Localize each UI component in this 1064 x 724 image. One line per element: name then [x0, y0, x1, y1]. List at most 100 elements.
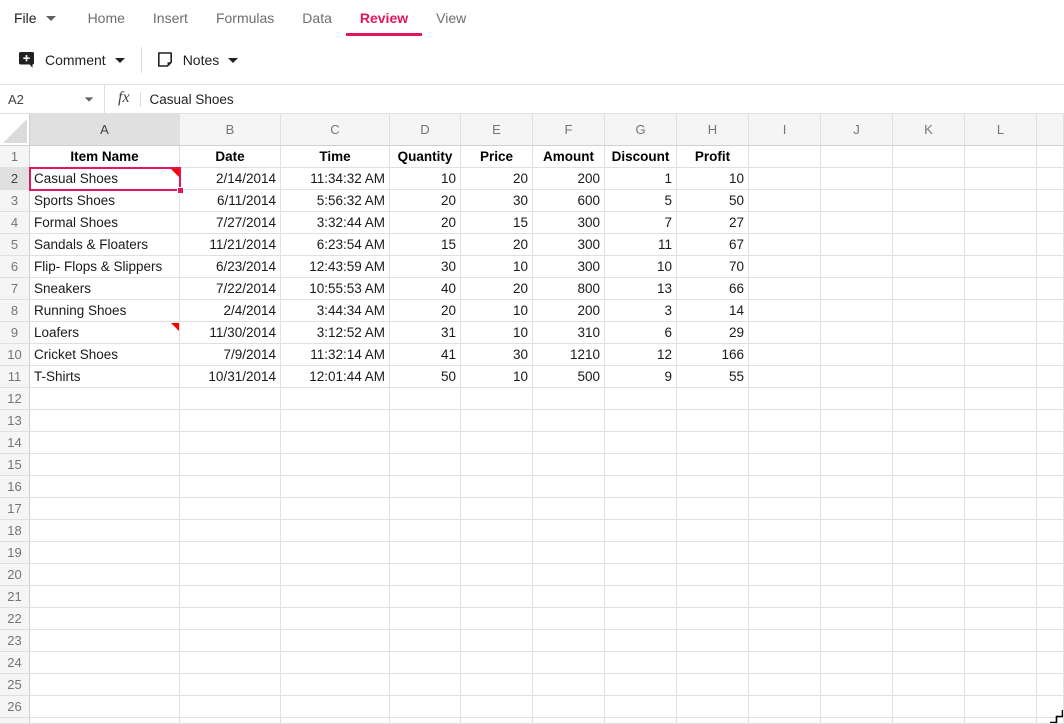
- cell-partial-12[interactable]: [1037, 388, 1064, 410]
- cell-L6[interactable]: [965, 256, 1037, 278]
- cell-J19[interactable]: [821, 542, 893, 564]
- cell-L13[interactable]: [965, 410, 1037, 432]
- cell-partial-15[interactable]: [1037, 454, 1064, 476]
- cell-I24[interactable]: [749, 652, 821, 674]
- cell-A24[interactable]: [30, 652, 180, 674]
- cell-K5[interactable]: [893, 234, 965, 256]
- cell-B9[interactable]: 11/30/2014: [180, 322, 281, 344]
- cell-L17[interactable]: [965, 498, 1037, 520]
- cell-H18[interactable]: [677, 520, 749, 542]
- cell-A14[interactable]: [30, 432, 180, 454]
- cell-A13[interactable]: [30, 410, 180, 432]
- cell-J11[interactable]: [821, 366, 893, 388]
- cell-K26[interactable]: [893, 696, 965, 718]
- cell-D19[interactable]: [390, 542, 461, 564]
- row-header-22[interactable]: 22: [0, 608, 30, 630]
- cell-E15[interactable]: [461, 454, 533, 476]
- cell-L8[interactable]: [965, 300, 1037, 322]
- cell-E20[interactable]: [461, 564, 533, 586]
- cell-E9[interactable]: 10: [461, 322, 533, 344]
- cell-H13[interactable]: [677, 410, 749, 432]
- name-box[interactable]: A2: [0, 85, 104, 113]
- cell-J24[interactable]: [821, 652, 893, 674]
- cell-H26[interactable]: [677, 696, 749, 718]
- cell-E12[interactable]: [461, 388, 533, 410]
- cell-D2[interactable]: 10: [390, 168, 461, 190]
- cell-C26[interactable]: [281, 696, 390, 718]
- row-header-20[interactable]: 20: [0, 564, 30, 586]
- cell-G23[interactable]: [605, 630, 677, 652]
- cell-G6[interactable]: 10: [605, 256, 677, 278]
- column-header-J[interactable]: J: [821, 114, 893, 146]
- cell-B6[interactable]: 6/23/2014: [180, 256, 281, 278]
- cell-partial-24[interactable]: [1037, 652, 1064, 674]
- tab-formulas[interactable]: Formulas: [202, 0, 288, 36]
- cell-H16[interactable]: [677, 476, 749, 498]
- cell-F2[interactable]: 200: [533, 168, 605, 190]
- cell-K14[interactable]: [893, 432, 965, 454]
- cell-G11[interactable]: 9: [605, 366, 677, 388]
- cell-F19[interactable]: [533, 542, 605, 564]
- cell-G4[interactable]: 7: [605, 212, 677, 234]
- cell-E11[interactable]: 10: [461, 366, 533, 388]
- cell-C2[interactable]: 11:34:32 AM: [281, 168, 390, 190]
- cell-F18[interactable]: [533, 520, 605, 542]
- cell-A5[interactable]: Sandals & Floaters: [30, 234, 180, 256]
- cell-F15[interactable]: [533, 454, 605, 476]
- cell-H23[interactable]: [677, 630, 749, 652]
- cell-F20[interactable]: [533, 564, 605, 586]
- cell-H24[interactable]: [677, 652, 749, 674]
- row-header-17[interactable]: 17: [0, 498, 30, 520]
- cell-B8[interactable]: 2/4/2014: [180, 300, 281, 322]
- cell-I4[interactable]: [749, 212, 821, 234]
- row-header-11[interactable]: 11: [0, 366, 30, 388]
- cell-C3[interactable]: 5:56:32 AM: [281, 190, 390, 212]
- cell-L1[interactable]: [965, 146, 1037, 168]
- cell-A22[interactable]: [30, 608, 180, 630]
- cell-I26[interactable]: [749, 696, 821, 718]
- cell-J12[interactable]: [821, 388, 893, 410]
- cell-H17[interactable]: [677, 498, 749, 520]
- cell-B17[interactable]: [180, 498, 281, 520]
- cell-partial-25[interactable]: [1037, 674, 1064, 696]
- cell-E3[interactable]: 30: [461, 190, 533, 212]
- cell-I2[interactable]: [749, 168, 821, 190]
- cell-I15[interactable]: [749, 454, 821, 476]
- cell-partial-22[interactable]: [1037, 608, 1064, 630]
- cell-F8[interactable]: 200: [533, 300, 605, 322]
- cell-A15[interactable]: [30, 454, 180, 476]
- cell-partial-11[interactable]: [1037, 366, 1064, 388]
- cell-A10[interactable]: Cricket Shoes: [30, 344, 180, 366]
- cell-partial-8[interactable]: [1037, 300, 1064, 322]
- cell-F23[interactable]: [533, 630, 605, 652]
- cell-I23[interactable]: [749, 630, 821, 652]
- cell-D3[interactable]: 20: [390, 190, 461, 212]
- cell-J9[interactable]: [821, 322, 893, 344]
- cell-C19[interactable]: [281, 542, 390, 564]
- cell-F16[interactable]: [533, 476, 605, 498]
- cell-B16[interactable]: [180, 476, 281, 498]
- cell-L24[interactable]: [965, 652, 1037, 674]
- cell-A17[interactable]: [30, 498, 180, 520]
- row-header-24[interactable]: 24: [0, 652, 30, 674]
- column-header-E[interactable]: E: [461, 114, 533, 146]
- cell-D12[interactable]: [390, 388, 461, 410]
- cell-partial-1[interactable]: [1037, 146, 1064, 168]
- cell-D1[interactable]: Quantity: [390, 146, 461, 168]
- cell-J16[interactable]: [821, 476, 893, 498]
- cell-A12[interactable]: [30, 388, 180, 410]
- cell-I19[interactable]: [749, 542, 821, 564]
- cell-H20[interactable]: [677, 564, 749, 586]
- column-header-K[interactable]: K: [893, 114, 965, 146]
- cell-C22[interactable]: [281, 608, 390, 630]
- cell-F1[interactable]: Amount: [533, 146, 605, 168]
- row-header-16[interactable]: 16: [0, 476, 30, 498]
- cell-L21[interactable]: [965, 586, 1037, 608]
- row-header-8[interactable]: 8: [0, 300, 30, 322]
- cell-D15[interactable]: [390, 454, 461, 476]
- cell-G1[interactable]: Discount: [605, 146, 677, 168]
- cell-A16[interactable]: [30, 476, 180, 498]
- cell-J23[interactable]: [821, 630, 893, 652]
- cell-H3[interactable]: 50: [677, 190, 749, 212]
- cell-B11[interactable]: 10/31/2014: [180, 366, 281, 388]
